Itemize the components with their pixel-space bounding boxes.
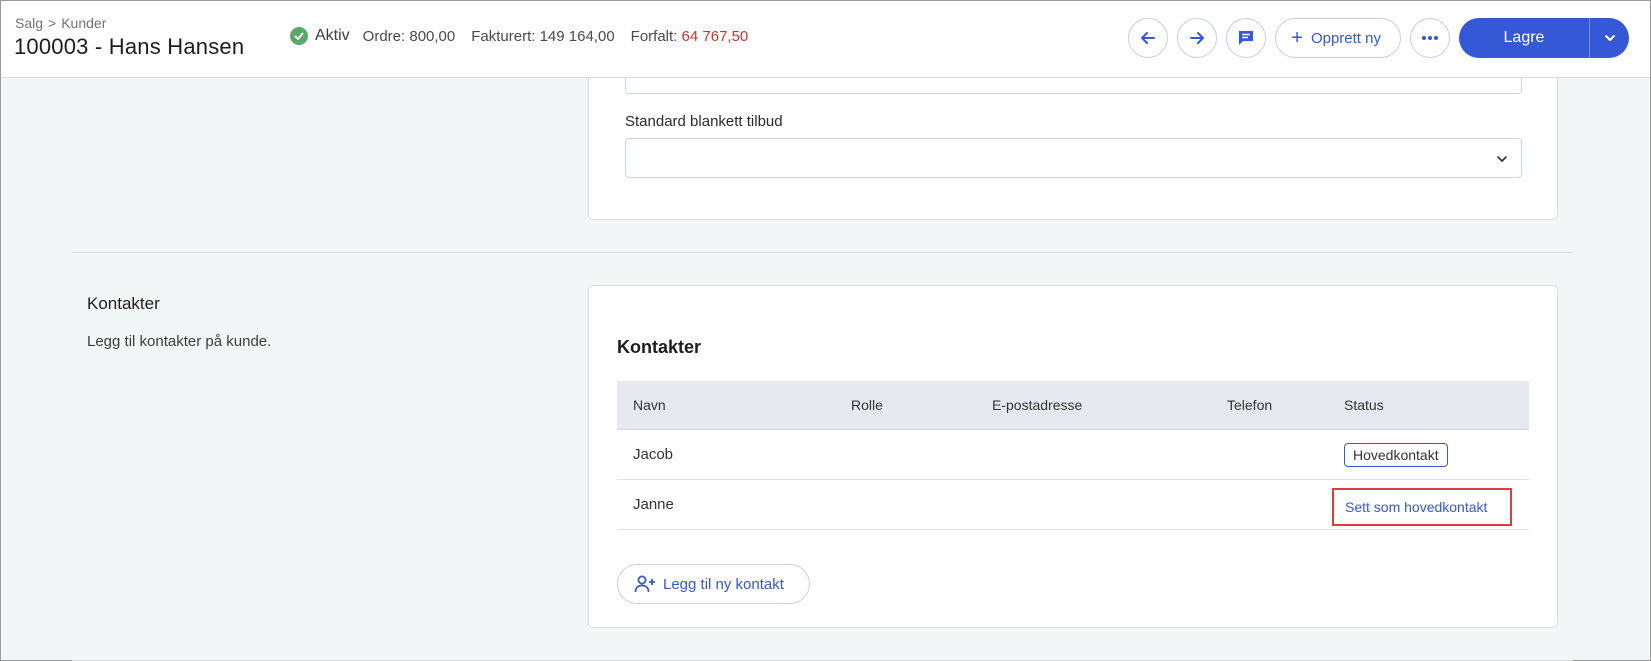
fakturert-total: Fakturert: 149 164,00 bbox=[471, 27, 615, 45]
more-options-button[interactable] bbox=[1410, 18, 1450, 58]
contact-name: Janne bbox=[633, 496, 674, 513]
chevron-down-icon bbox=[1497, 156, 1507, 162]
add-user-icon bbox=[634, 575, 655, 593]
toolbar: + Opprett ny Lagre bbox=[1128, 18, 1629, 58]
create-new-label: Opprett ny bbox=[1310, 29, 1381, 47]
save-options-dropdown[interactable] bbox=[1589, 18, 1629, 58]
contact-name: Jacob bbox=[633, 446, 674, 463]
forfalt-value: 64 767,50 bbox=[681, 27, 749, 45]
ordre-total: Ordre: 800,00 bbox=[362, 27, 456, 45]
table-row[interactable]: Janne Sett som hovedkontakt bbox=[617, 480, 1529, 530]
comments-button[interactable] bbox=[1226, 18, 1267, 58]
breadcrumb-salg[interactable]: Salg bbox=[15, 15, 43, 31]
set-main-contact-link[interactable]: Sett som hovedkontakt bbox=[1332, 487, 1512, 526]
column-header-navn[interactable]: Navn bbox=[617, 397, 851, 413]
chat-icon bbox=[1239, 31, 1254, 45]
column-header-epost[interactable]: E-postadresse bbox=[992, 397, 1227, 413]
arrow-right-icon bbox=[1190, 32, 1205, 44]
column-header-status[interactable]: Status bbox=[1344, 397, 1529, 413]
arrow-left-icon bbox=[1141, 32, 1156, 44]
status-summary: Aktiv Ordre: 800,00 Fakturert: 149 164,0… bbox=[290, 27, 748, 45]
contacts-card: Kontakter Navn Rolle E-postadresse Telef… bbox=[588, 285, 1558, 628]
breadcrumb-kunder[interactable]: Kunder bbox=[61, 15, 106, 31]
previous-button[interactable] bbox=[1128, 18, 1169, 58]
save-button-group: Lagre bbox=[1459, 18, 1629, 58]
add-contact-button[interactable]: Legg til ny kontakt bbox=[617, 564, 810, 604]
breadcrumb-separator: > bbox=[48, 15, 57, 31]
more-icon bbox=[1422, 36, 1438, 40]
forfalt-label: Forfalt: bbox=[630, 27, 678, 45]
page-title: 100003 - Hans Hansen bbox=[14, 34, 245, 59]
next-button[interactable] bbox=[1177, 18, 1218, 58]
column-header-telefon[interactable]: Telefon bbox=[1227, 397, 1344, 413]
column-header-rolle[interactable]: Rolle bbox=[851, 397, 992, 413]
breadcrumb: Salg > Kunder bbox=[15, 15, 106, 31]
create-new-button[interactable]: + Opprett ny bbox=[1275, 18, 1401, 58]
check-circle-icon bbox=[290, 27, 308, 45]
standard-blankett-tilbud-select[interactable] bbox=[625, 138, 1522, 178]
main-contact-badge: Hovedkontakt bbox=[1344, 442, 1448, 467]
page-header: Salg > Kunder 100003 - Hans Hansen Aktiv O… bbox=[1, 1, 1650, 78]
settings-card: Standard blankett tilbud bbox=[588, 78, 1558, 220]
add-contact-label: Legg til ny kontakt bbox=[663, 575, 784, 593]
contacts-heading: Kontakter bbox=[617, 337, 702, 357]
contacts-section-description: Legg til kontakter på kunde. bbox=[87, 333, 272, 350]
contacts-table: Navn Rolle E-postadresse Telefon Status … bbox=[617, 381, 1529, 530]
section-divider bbox=[72, 252, 1573, 253]
previous-field[interactable] bbox=[625, 78, 1522, 94]
save-button[interactable]: Lagre bbox=[1459, 18, 1589, 58]
standard-blankett-tilbud-label: Standard blankett tilbud bbox=[625, 113, 783, 130]
table-row[interactable]: Jacob Hovedkontakt bbox=[617, 430, 1529, 480]
plus-icon: + bbox=[1291, 27, 1303, 49]
chevron-down-icon bbox=[1604, 35, 1615, 41]
status-label: Aktiv bbox=[315, 27, 350, 44]
contacts-section-title: Kontakter bbox=[87, 294, 160, 313]
table-header: Navn Rolle E-postadresse Telefon Status bbox=[617, 381, 1529, 430]
